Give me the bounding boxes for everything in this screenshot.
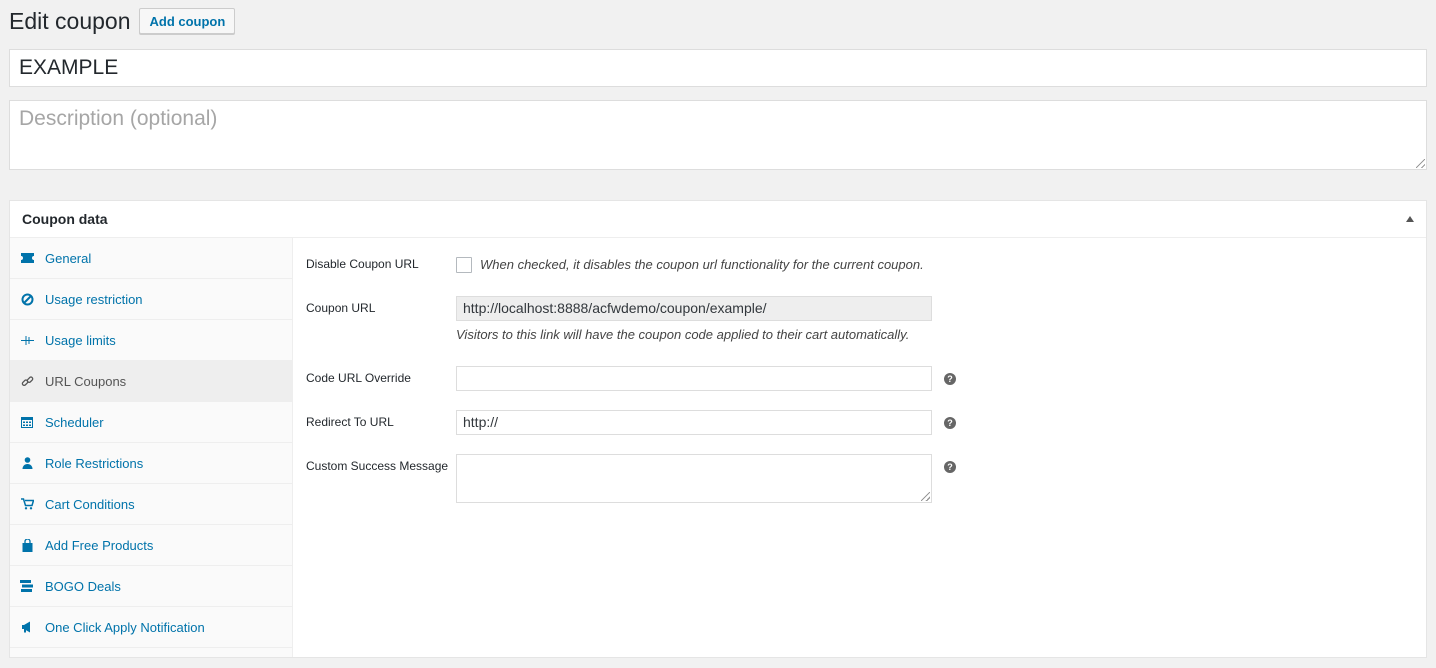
coupon-url-field[interactable]: http://localhost:8888/acfwdemo/coupon/ex… xyxy=(456,296,932,321)
custom-success-message-label: Custom Success Message xyxy=(306,459,449,473)
tab-label: URL Coupons xyxy=(45,373,127,389)
coupon-data-tabs: General Usage restriction Usage limits U… xyxy=(10,238,293,657)
redirect-url-label: Redirect To URL xyxy=(306,415,394,429)
tab-usage-limits[interactable]: Usage limits xyxy=(10,320,292,361)
cart-icon xyxy=(20,497,34,511)
custom-success-message-textarea[interactable] xyxy=(456,454,932,503)
stack-icon xyxy=(20,579,34,593)
url-coupons-content: Disable Coupon URL When checked, it disa… xyxy=(306,238,1426,657)
tab-cart-conditions[interactable]: Cart Conditions xyxy=(10,484,292,525)
help-tip-icon[interactable]: ? xyxy=(944,373,956,385)
bag-icon xyxy=(20,538,34,552)
tab-label: Usage restriction xyxy=(45,291,143,307)
calendar-icon xyxy=(20,415,34,429)
redirect-url-input[interactable]: http:// xyxy=(456,410,932,435)
link-icon xyxy=(20,374,34,388)
tab-label: Cart Conditions xyxy=(45,496,135,512)
help-tip-icon[interactable]: ? xyxy=(944,461,956,473)
tab-one-click-apply-notification[interactable]: One Click Apply Notification xyxy=(10,607,292,648)
coupon-url-help: Visitors to this link will have the coup… xyxy=(456,327,910,342)
no-entry-icon xyxy=(20,292,34,306)
tab-add-free-products[interactable]: Add Free Products xyxy=(10,525,292,566)
tab-usage-restriction[interactable]: Usage restriction xyxy=(10,279,292,320)
disable-coupon-url-label: Disable Coupon URL xyxy=(306,257,419,271)
tab-role-restrictions[interactable]: Role Restrictions xyxy=(10,443,292,484)
collapse-arrow-icon[interactable] xyxy=(1406,216,1414,222)
tab-url-coupons[interactable]: URL Coupons xyxy=(10,361,292,402)
disable-coupon-url-help: When checked, it disables the coupon url… xyxy=(480,257,924,272)
panel-title: Coupon data xyxy=(22,211,108,227)
disable-coupon-url-checkbox[interactable] xyxy=(456,257,472,273)
tab-scheduler[interactable]: Scheduler xyxy=(10,402,292,443)
code-url-override-input[interactable] xyxy=(456,366,932,391)
title-row: Edit coupon Add coupon xyxy=(9,8,236,34)
tab-bogo-deals[interactable]: BOGO Deals xyxy=(10,566,292,607)
tab-general[interactable]: General xyxy=(10,238,292,279)
description-textarea[interactable]: Description (optional) xyxy=(9,100,1427,170)
page-title: Edit coupon xyxy=(9,8,131,34)
code-url-override-label: Code URL Override xyxy=(306,371,411,385)
tab-label: Scheduler xyxy=(45,414,104,430)
tab-label: One Click Apply Notification xyxy=(45,619,205,635)
panel-header[interactable]: Coupon data xyxy=(10,201,1426,238)
tab-label: BOGO Deals xyxy=(45,578,121,594)
ticket-icon xyxy=(20,251,34,265)
tab-label: Usage limits xyxy=(45,332,116,348)
user-icon xyxy=(20,456,34,470)
tab-label: Role Restrictions xyxy=(45,455,144,471)
megaphone-icon xyxy=(20,620,34,634)
add-coupon-button[interactable]: Add coupon xyxy=(139,8,236,34)
tab-label: Add Free Products xyxy=(45,537,154,553)
resize-grip-icon[interactable] xyxy=(921,492,930,501)
help-tip-icon[interactable]: ? xyxy=(944,417,956,429)
tab-label: General xyxy=(45,250,92,266)
coupon-url-label: Coupon URL xyxy=(306,301,376,315)
coupon-data-panel: Coupon data General Usage restriction Us… xyxy=(9,200,1427,658)
coupon-code-input[interactable]: EXAMPLE xyxy=(9,49,1427,87)
description-placeholder: Description (optional) xyxy=(19,107,218,130)
resize-grip-icon[interactable] xyxy=(1416,159,1425,168)
limits-icon xyxy=(20,333,34,347)
